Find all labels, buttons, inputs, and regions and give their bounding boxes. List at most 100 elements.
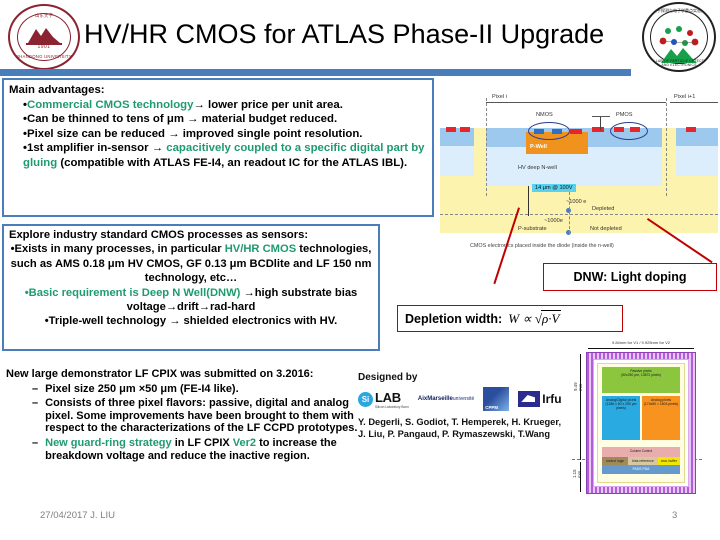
- depth-measure-arrow: [528, 186, 529, 216]
- chip-block-analog-digital-pixels: Analog/Digital pixels (1286 x 50 x 250 μ…: [602, 396, 640, 440]
- main-advantages-heading: Main advantages:: [9, 84, 105, 96]
- depletion-width-callout-box: Depletion width: W ∝ √ρ·V: [397, 305, 623, 332]
- seal2-english-text: KEY LAB OF PARTICLE DETECTION AND ELECTR…: [647, 58, 711, 67]
- mountain-icon: [26, 27, 62, 45]
- bullet-2-arrow: →: [187, 113, 199, 126]
- amu-line3: université: [452, 395, 475, 402]
- main-advantages-box: Main advantages: •Commercial CMOS techno…: [2, 78, 434, 217]
- amu-line1: Aix: [417, 395, 428, 402]
- seal-year: 1901: [37, 44, 51, 51]
- bullet-4-plain: 1st amplifier in-sensor: [27, 142, 152, 155]
- electrons-bottom-label: ~1000e: [544, 218, 563, 224]
- pixel-i1-span-line: [670, 102, 718, 103]
- silab-logo: Si LAB Silicon Laboratory Bonn: [358, 390, 409, 409]
- bullet-3-plain: Pixel size can be reduced: [27, 127, 169, 140]
- pixel-i-span-line: [486, 102, 666, 103]
- bullet-4-arrow: →: [151, 142, 164, 155]
- slide-canvas: 山东大学 1901 SHANDONG UNIVERSITY HV/HR CMOS…: [0, 0, 720, 540]
- cppm-text: CPPM: [485, 405, 498, 410]
- explore-bullet-2: •Basic requirement is Deep N Well(DNW) →…: [9, 286, 373, 315]
- not-depleted-label: Not depleted: [590, 226, 622, 232]
- irfu-logo: Irfu: [518, 391, 562, 407]
- footer-page-number: 3: [672, 510, 678, 521]
- gate-bar: [592, 116, 610, 117]
- main-advantages-bullet-4: •1st amplifier in-sensor → capacitively …: [9, 141, 427, 170]
- chip-block-analog-buffer: ana. buffer: [658, 457, 680, 465]
- explore-bullet-3: •Triple-well technology → shielded elect…: [44, 315, 338, 328]
- depletion-width-label: Depletion width:: [405, 311, 503, 326]
- chip-block-passive-pixels: Passive pixels (50x250 μm, 13872 pixels): [602, 367, 680, 393]
- pmos-highlight-ellipse: [610, 122, 648, 140]
- formula-proportional: ∝: [522, 311, 532, 326]
- dash-marker: –: [32, 436, 39, 449]
- chip-block-column-control: Column Control: [602, 447, 680, 457]
- contact-red: [686, 127, 696, 132]
- p-well-label: P-Well: [530, 144, 547, 150]
- chip-block-bias-reference: bias reference: [628, 457, 658, 465]
- explore-bullet-1: •Exists in many processes, in particular…: [9, 242, 373, 285]
- dash-marker: –: [32, 397, 39, 410]
- demo-item-3-green-2: Ver2: [232, 436, 257, 449]
- gate-stem: [600, 116, 601, 130]
- demo-item-1: – Pixel size 250 μm ×50 μm (FE-I4 like).: [6, 383, 370, 396]
- contact-red: [592, 127, 604, 132]
- pmos-label: PMOS: [616, 112, 633, 118]
- dnw-callout-label: DNW: Light doping: [573, 270, 687, 284]
- nmos-highlight-ellipse: [528, 122, 570, 140]
- silab-mark: Si: [358, 391, 373, 407]
- demo-item-1-text: Pixel size 250 μm ×50 μm (FE-I4 like).: [45, 382, 239, 395]
- cppm-logo: CPPM: [483, 387, 510, 411]
- depleted-label: Depleted: [592, 206, 615, 212]
- bullet-1-arrow: →: [193, 98, 205, 111]
- demo-item-2-text: Consists of three pixel flavors: passive…: [45, 397, 358, 435]
- nwell-right-top: [676, 128, 718, 146]
- chip-width-dimension-arrow: [588, 348, 694, 349]
- demo-item-3-text: New guard-ring strategy in LF CPIX Ver2 …: [45, 437, 370, 462]
- explore-b1-pre: •Exists in many processes, in particular: [10, 243, 225, 256]
- bullet-2-plain: Can be thinned to tens of μm: [27, 113, 188, 126]
- chip-block-control-logic: control logic: [602, 457, 628, 465]
- cmos-cross-section-diagram: Pixel i Pixel i+1 NMOS PMOS P-Well HV de…: [440, 80, 718, 258]
- formula-w: W: [508, 311, 520, 326]
- explore-processes-box: Explore industry standard CMOS processes…: [2, 224, 380, 351]
- contact-red: [570, 129, 582, 134]
- cross-section-caption: CMOS electronics placed inside the diode…: [470, 243, 614, 249]
- main-advantages-bullet-2: •Can be thinned to tens of μm → material…: [9, 112, 427, 127]
- amu-line2: Marseille: [427, 395, 453, 402]
- chip-width-dimension-label: 9.84mm for V1 / 9.925mm for V2: [611, 340, 671, 345]
- chip-height-dimension-arrow-2: [580, 462, 581, 492]
- chip-height-dimension-label-1: 9.49 mm: [573, 382, 583, 391]
- nmos-label: NMOS: [536, 112, 553, 118]
- bullet-1-green: Commercial CMOS technology: [27, 98, 194, 111]
- demo-item-3-green-1: New guard-ring strategy: [45, 436, 172, 449]
- block-sub: (50x250 μm, 13872 pixels): [620, 373, 662, 378]
- pixel-i1-label: Pixel i+1: [674, 94, 696, 100]
- aix-marseille-universite-logo: AixMarseille université: [417, 395, 475, 402]
- demo-heading: New large demonstrator LF CPIX was submi…: [6, 368, 314, 380]
- explore-b2-green: •Basic requirement is Deep N Well(DNW): [24, 286, 244, 299]
- seal-arc-text: SHANDONG UNIVERSITY: [16, 53, 72, 59]
- main-advantages-bullet-3: •Pixel size can be reduced → improved si…: [9, 127, 427, 142]
- page-title: HV/HR CMOS for ATLAS Phase-II Upgrade: [84, 19, 605, 49]
- depletion-depth-label: 14 μm @ 100V: [532, 184, 576, 192]
- p-substrate-label: P-substrate: [518, 226, 547, 232]
- demo-item-2: – Consists of three pixel flavors: passi…: [6, 397, 370, 435]
- bullet-2-rest: material budget reduced.: [198, 113, 338, 126]
- contact-red: [446, 127, 456, 132]
- bullet-3-arrow: →: [168, 127, 180, 140]
- depletion-boundary-line: [440, 214, 718, 215]
- demo-item-3: – New guard-ring strategy in LF CPIX Ver…: [6, 437, 370, 462]
- chip-block-analog-pixels: Analog pixels (174x50 = 1604 pixels): [642, 396, 680, 440]
- contact-red: [460, 127, 470, 132]
- pixel-boundary-left: [486, 98, 487, 196]
- formula-radicand: ρ·V: [541, 310, 562, 326]
- seal2-chinese-text: 粒子探测与电子学重点实验室: [653, 7, 705, 13]
- seal-arc-top-text: 山东大学: [35, 12, 53, 18]
- silab-text: LAB: [375, 389, 401, 405]
- key-lab-logo: 粒子探测与电子学重点实验室 KEY LAB OF PARTICLE DETECT…: [642, 2, 716, 72]
- block-sub: (1286 x 50 x 250 μm pixels): [605, 402, 637, 411]
- dnw-callout-box: DNW: Light doping: [543, 263, 717, 291]
- chip-layout-diagram: Passive pixels (50x250 μm, 13872 pixels)…: [586, 352, 696, 494]
- chip-height-dimension-arrow-1: [580, 354, 581, 460]
- electron-drift-path: [569, 192, 570, 234]
